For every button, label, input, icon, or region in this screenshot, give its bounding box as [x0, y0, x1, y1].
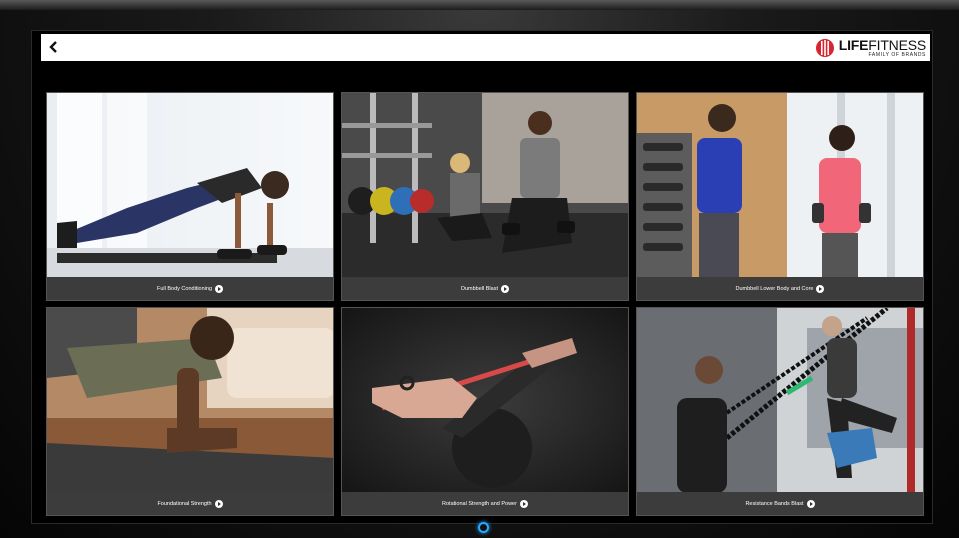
- workout-tile-full-body-conditioning[interactable]: Full Body Conditioning: [46, 92, 334, 301]
- home-button[interactable]: [478, 522, 489, 533]
- workout-title: Dumbbell Blast: [461, 285, 498, 292]
- workout-photo: [637, 93, 923, 278]
- brand-name-light: FITNESS: [868, 37, 926, 53]
- play-icon[interactable]: [214, 499, 223, 508]
- back-button[interactable]: [44, 36, 64, 58]
- workout-tile-resistance-bands-blast[interactable]: Resistance Bands Blast: [636, 307, 924, 516]
- workout-caption: Dumbbell Lower Body and Core: [637, 277, 923, 300]
- workout-title: Dumbbell Lower Body and Core: [735, 285, 814, 292]
- workout-caption: Rotational Strength and Power: [342, 492, 628, 515]
- workout-photo: [47, 93, 333, 278]
- top-bar: LIFEFITNESS FAMILY OF BRANDS: [41, 34, 930, 61]
- brand-logo: LIFEFITNESS FAMILY OF BRANDS: [815, 36, 926, 60]
- workout-title: Rotational Strength and Power: [442, 500, 517, 507]
- workout-title: Resistance Bands Blast: [745, 500, 804, 507]
- play-icon[interactable]: [215, 284, 224, 293]
- workout-caption: Full Body Conditioning: [47, 277, 333, 300]
- bezel-highlight: [0, 0, 959, 10]
- workout-photo: [342, 308, 628, 493]
- chevron-left-icon: [49, 41, 57, 53]
- workout-tile-dumbbell-blast[interactable]: Dumbbell Blast: [341, 92, 629, 301]
- workout-photo: [342, 93, 628, 278]
- workout-grid: Full Body Conditioning Dumbbell Blast Du…: [46, 92, 924, 518]
- workout-caption: Resistance Bands Blast: [637, 492, 923, 515]
- screen: LIFEFITNESS FAMILY OF BRANDS Full Body C…: [31, 30, 933, 524]
- workout-title: Foundational Strength: [157, 500, 212, 507]
- workout-tile-dumbbell-lower-body-and-core[interactable]: Dumbbell Lower Body and Core: [636, 92, 924, 301]
- brand-name-bold: LIFE: [838, 37, 869, 53]
- workout-photo: [637, 308, 923, 493]
- life-fitness-logo-icon: [815, 39, 834, 57]
- workout-caption: Foundational Strength: [47, 492, 333, 515]
- workout-tile-foundational-strength[interactable]: Foundational Strength: [46, 307, 334, 516]
- play-icon[interactable]: [806, 499, 815, 508]
- brand-name: LIFEFITNESS: [839, 38, 926, 52]
- brand-subtitle: FAMILY OF BRANDS: [868, 52, 926, 58]
- workout-caption: Dumbbell Blast: [342, 277, 628, 300]
- play-icon[interactable]: [816, 284, 825, 293]
- workout-photo: [47, 308, 333, 493]
- play-icon[interactable]: [501, 284, 509, 293]
- play-icon[interactable]: [519, 499, 528, 508]
- workout-title: Full Body Conditioning: [156, 285, 213, 292]
- workout-tile-rotational-strength-and-power[interactable]: Rotational Strength and Power: [341, 307, 629, 516]
